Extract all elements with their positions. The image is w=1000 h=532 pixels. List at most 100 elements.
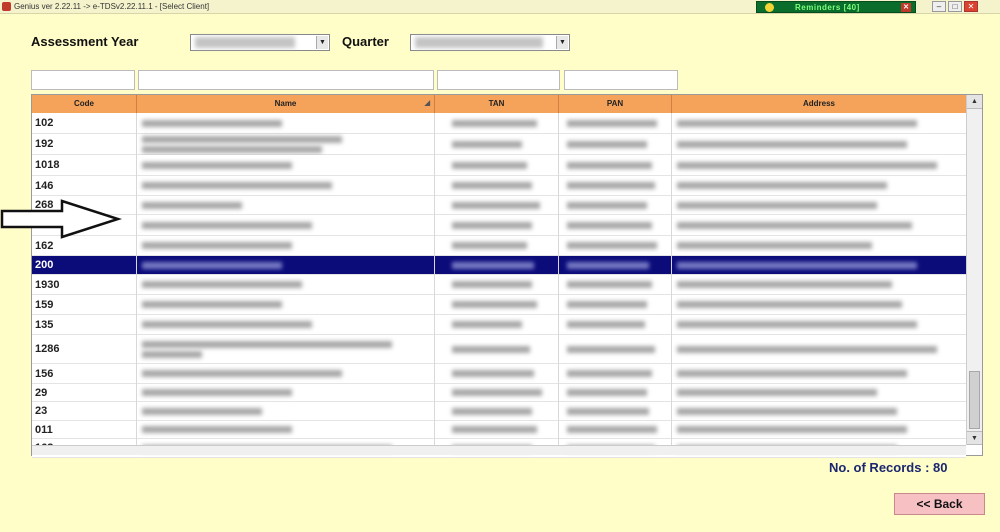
horizontal-scrollbar[interactable]	[32, 445, 966, 455]
redacted-text	[677, 408, 897, 415]
title-bar: Genius ver 2.22.11 -> e-TDSv2.22.11.1 - …	[0, 0, 1000, 14]
redacted-text	[677, 321, 917, 328]
back-button[interactable]: << Back	[894, 493, 985, 515]
assessment-year-select[interactable]: ▼	[190, 34, 330, 51]
redacted-text	[567, 162, 652, 169]
redacted-text	[567, 281, 652, 288]
redacted-text	[142, 370, 342, 377]
redacted-text	[567, 202, 647, 209]
redacted-text	[677, 426, 907, 433]
table-row[interactable]: 135	[32, 315, 966, 335]
redacted-text	[567, 370, 652, 377]
redacted-text	[142, 426, 292, 433]
column-header-tan[interactable]: TAN	[435, 95, 559, 113]
row-code: 146	[35, 179, 54, 192]
tan-filter-input[interactable]	[437, 70, 560, 90]
table-row[interactable]: 162	[32, 236, 966, 256]
assessment-year-label: Assessment Year	[31, 34, 139, 49]
redacted-text	[452, 321, 522, 328]
redacted-text	[452, 389, 542, 396]
column-header-code[interactable]: Code	[32, 95, 137, 113]
table-row[interactable]: 146	[32, 176, 966, 196]
quarter-label: Quarter	[342, 34, 389, 49]
redacted-text	[567, 141, 647, 148]
redacted-text	[452, 222, 532, 229]
table-row[interactable]: 159	[32, 295, 966, 315]
table-row[interactable]: 011	[32, 421, 966, 439]
column-header-name[interactable]: Name ◢	[137, 95, 435, 113]
redacted-text	[567, 182, 655, 189]
column-header-address[interactable]: Address	[672, 95, 966, 113]
row-code: 1286	[35, 343, 60, 355]
code-filter-input[interactable]	[31, 70, 135, 90]
redacted-text	[677, 281, 892, 288]
redacted-text	[452, 120, 537, 127]
chevron-down-icon: ▼	[316, 36, 328, 49]
redacted-text	[567, 389, 647, 396]
redacted-text	[567, 346, 655, 353]
vertical-scrollbar[interactable]: ▲ ▼	[966, 95, 982, 445]
redacted-text	[142, 146, 322, 153]
redacted-text	[677, 370, 907, 377]
redacted-text	[142, 408, 262, 415]
redacted-text	[677, 262, 917, 269]
redacted-text	[677, 141, 907, 148]
redacted-text	[142, 202, 242, 209]
table-row[interactable]: 1930	[32, 275, 966, 295]
redacted-text	[677, 346, 937, 353]
table-row[interactable]: 1018	[32, 155, 966, 176]
redacted-text	[677, 222, 912, 229]
row-code: 1018	[35, 159, 60, 171]
table-row[interactable]: 156	[32, 364, 966, 384]
table-row[interactable]: 268	[32, 196, 966, 215]
scroll-thumb[interactable]	[969, 371, 980, 429]
reminders-button[interactable]: Reminders [40] ✕	[756, 1, 916, 13]
close-icon[interactable]: ✕	[901, 3, 911, 12]
redacted-text	[567, 426, 657, 433]
table-row[interactable]: 29	[32, 384, 966, 402]
redacted-text	[142, 222, 312, 229]
row-code: 1930	[35, 278, 60, 291]
name-filter-input[interactable]	[138, 70, 434, 90]
redacted-text	[677, 301, 902, 308]
redacted-text	[142, 136, 342, 143]
redacted-text	[677, 162, 937, 169]
chevron-down-icon: ▼	[556, 36, 568, 49]
maximize-button[interactable]: □	[948, 1, 962, 12]
redacted-text	[452, 301, 537, 308]
sort-icon: ◢	[424, 100, 430, 107]
pointer-arrow-icon	[0, 199, 122, 239]
client-table[interactable]: Code Name ◢ TAN PAN Address 102 192 1018 146…	[31, 94, 983, 458]
quarter-select[interactable]: ▼	[410, 34, 570, 51]
redacted-text	[142, 321, 312, 328]
redacted-text	[452, 242, 527, 249]
redacted-text	[452, 182, 532, 189]
redacted-text	[452, 346, 530, 353]
row-code: 011	[35, 423, 53, 436]
redacted-text	[567, 222, 652, 229]
minimize-button[interactable]: –	[932, 1, 946, 12]
redacted-text	[142, 242, 292, 249]
pan-filter-input[interactable]	[564, 70, 678, 90]
app-icon	[2, 2, 11, 11]
redacted-text	[142, 389, 292, 396]
table-row[interactable]: 102	[32, 113, 966, 134]
redacted-text	[452, 262, 534, 269]
table-row[interactable]: 192	[32, 134, 966, 155]
column-header-pan[interactable]: PAN	[559, 95, 672, 113]
redacted-text	[567, 408, 649, 415]
table-row[interactable]: 129	[32, 215, 966, 236]
table-row[interactable]: 23	[32, 402, 966, 421]
scroll-up-icon[interactable]: ▲	[967, 95, 982, 109]
redacted-text	[142, 281, 302, 288]
scroll-down-icon[interactable]: ▼	[967, 431, 982, 445]
redacted-text	[677, 389, 877, 396]
row-code: 200	[35, 259, 54, 271]
reminders-label: Reminders [40]	[795, 3, 860, 12]
table-row[interactable]: 1286	[32, 335, 966, 364]
table-row[interactable]: 200	[32, 256, 966, 275]
redacted-text	[567, 242, 657, 249]
window-close-button[interactable]: ✕	[964, 1, 978, 12]
redacted-text	[567, 301, 647, 308]
redacted-text	[452, 281, 532, 288]
